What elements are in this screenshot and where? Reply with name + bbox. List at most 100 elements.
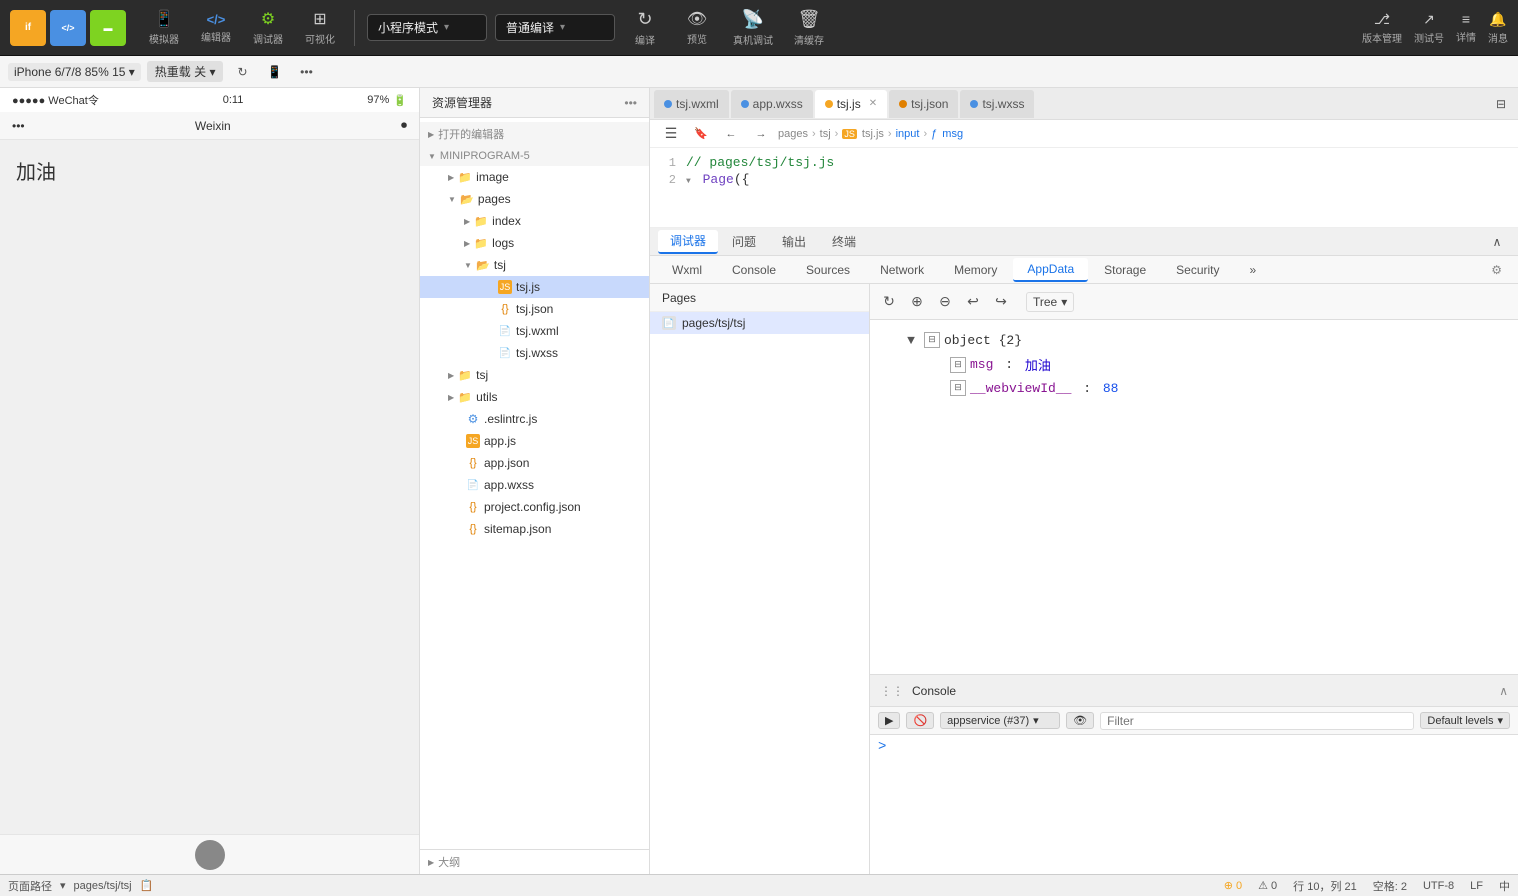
- compile-select[interactable]: 普通编译 ▾: [495, 14, 615, 41]
- file-item-eslint[interactable]: ⚙ .eslintrc.js: [420, 408, 649, 430]
- more-phone-button[interactable]: •••: [293, 59, 319, 85]
- hotreload-btn[interactable]: 热重载 关 ▾: [147, 61, 224, 82]
- file-item-tsj-json[interactable]: {} tsj.json: [420, 298, 649, 320]
- file-item-tsj2-folder[interactable]: ▶ 📁 tsj: [420, 364, 649, 386]
- file-item-index[interactable]: ▶ 📁 index: [420, 210, 649, 232]
- appservice-select[interactable]: appservice (#37) ▾: [940, 712, 1060, 729]
- tree-msg-icon[interactable]: ⊟: [950, 357, 966, 373]
- debug-tab-issues[interactable]: 问题: [720, 230, 768, 254]
- refresh-phone-button[interactable]: ↻: [229, 59, 255, 85]
- tab-app-wxss[interactable]: app.wxss: [731, 90, 813, 118]
- tree-select-wrap[interactable]: Tree ▾: [1026, 292, 1074, 312]
- simulator-button[interactable]: 📱 模拟器: [142, 5, 186, 50]
- status-copy-icon[interactable]: 📋: [140, 879, 154, 892]
- devtools-settings-btn[interactable]: ⚙: [1483, 263, 1510, 277]
- devtools-tab-memory[interactable]: Memory: [940, 258, 1011, 282]
- tab-wxss2[interactable]: tsj.wxss: [960, 90, 1034, 118]
- devtools-tab-security[interactable]: Security: [1162, 258, 1233, 282]
- split-editor-button[interactable]: ⊟: [1488, 91, 1514, 117]
- testno-button[interactable]: ↗ 测试号: [1414, 11, 1444, 45]
- devtools-tab-wxml[interactable]: Wxml: [658, 258, 716, 282]
- file-item-tsj-js[interactable]: JS tsj.js: [420, 276, 649, 298]
- weixin-title: Weixin: [195, 119, 231, 133]
- home-button[interactable]: [195, 840, 225, 870]
- nav-back-icon[interactable]: ←: [718, 121, 744, 147]
- preview-button[interactable]: 👁 预览: [675, 5, 719, 50]
- collapse-all-button[interactable]: ⊖: [934, 291, 956, 313]
- file-item-sitemap-json[interactable]: {} sitemap.json: [420, 518, 649, 540]
- file-item-pages[interactable]: ▼ 📂 pages: [420, 188, 649, 210]
- file-item-tsj-wxss[interactable]: 📄 tsj.wxss: [420, 342, 649, 364]
- phone-content: 加油: [0, 140, 419, 834]
- expand-all-button[interactable]: ⊕: [906, 291, 928, 313]
- page-row-tsj[interactable]: 📄 pages/tsj/tsj: [650, 312, 869, 334]
- tree-root-icon[interactable]: ⊟: [924, 332, 940, 348]
- eye-console-button[interactable]: 👁: [1066, 712, 1094, 729]
- tree-label[interactable]: Tree ▾: [1026, 292, 1074, 312]
- devtools-tab-appdata[interactable]: AppData: [1013, 258, 1088, 282]
- tab-wxml[interactable]: tsj.wxml: [654, 90, 729, 118]
- devtools-tab-storage[interactable]: Storage: [1090, 258, 1160, 282]
- file-item-app-js[interactable]: JS app.js: [420, 430, 649, 452]
- open-editors-section[interactable]: ▶ 打开的编辑器: [420, 122, 649, 146]
- hamburger-icon[interactable]: ☰: [658, 121, 684, 147]
- bookmark-icon[interactable]: 🔖: [688, 121, 714, 147]
- tab-json[interactable]: tsj.json: [889, 90, 958, 118]
- devtools-tab-network[interactable]: Network: [866, 258, 938, 282]
- compile-button[interactable]: ↻ 编译: [623, 5, 667, 51]
- tsj2-expand-arrow: ▶: [448, 371, 454, 380]
- refresh-appdata-button[interactable]: ↻: [878, 291, 900, 313]
- console-body: >: [870, 735, 1518, 874]
- collapse-debugger-button[interactable]: ∧: [1484, 229, 1510, 255]
- phone-battery-text: 97%: [367, 94, 389, 106]
- nav-forward-icon[interactable]: →: [748, 121, 774, 147]
- console-title: Console: [912, 684, 956, 698]
- editor-tabs: tsj.wxml app.wxss tsj.js ✕ tsj.json tsj.…: [650, 88, 1518, 120]
- file-item-tsj-wxml[interactable]: 📄 tsj.wxml: [420, 320, 649, 342]
- tree-root-expand[interactable]: ▼: [902, 331, 920, 349]
- debug-tab-debugger[interactable]: 调试器: [658, 230, 718, 254]
- device-frame-button[interactable]: 📱: [261, 59, 287, 85]
- notifications-button[interactable]: 🔔 消息: [1488, 11, 1508, 45]
- undo-appdata-button[interactable]: ↩: [962, 291, 984, 313]
- device-info[interactable]: iPhone 6/7/8 85% 15 ▾: [8, 63, 141, 81]
- console-filter-input[interactable]: [1100, 712, 1414, 730]
- devtools-tab-console[interactable]: Console: [718, 258, 790, 282]
- tree-webviewid-icon[interactable]: ⊟: [950, 380, 966, 396]
- editor-button[interactable]: </> 编辑器: [194, 8, 238, 48]
- version-button[interactable]: ⎇ 版本管理: [1362, 11, 1402, 45]
- breadcrumb-input[interactable]: input: [896, 128, 920, 140]
- play-console-button[interactable]: ▶: [878, 712, 900, 729]
- mode-select[interactable]: 小程序模式 ▾: [367, 14, 487, 41]
- editor-label: 编辑器: [201, 29, 231, 44]
- file-item-tsj-folder[interactable]: ▼ 📂 tsj: [420, 254, 649, 276]
- js-tab-close[interactable]: ✕: [869, 98, 877, 109]
- breadcrumb-msg[interactable]: ƒ msg: [931, 128, 963, 140]
- miniprogram-section[interactable]: ▼ MINIPROGRAM-5: [420, 146, 649, 166]
- debugger-button[interactable]: ⚙ 调试器: [246, 5, 290, 50]
- devtools-tab-more[interactable]: »: [1236, 258, 1271, 282]
- debug-tab-output[interactable]: 输出: [770, 230, 818, 254]
- file-item-project-json[interactable]: {} project.config.json: [420, 496, 649, 518]
- file-panel-more-icon[interactable]: •••: [624, 96, 637, 110]
- code-editor[interactable]: 1 // pages/tsj/tsj.js 2 ▼ Page({: [650, 148, 1518, 228]
- file-panel-footer[interactable]: ▶ 大纲: [420, 849, 649, 874]
- details-button[interactable]: ≡ 详情: [1456, 11, 1476, 44]
- file-item-app-wxss[interactable]: 📄 app.wxss: [420, 474, 649, 496]
- visual-button[interactable]: ⊞ 可视化: [298, 5, 342, 50]
- pages-folder-icon: 📂: [460, 192, 474, 206]
- file-item-app-json[interactable]: {} app.json: [420, 452, 649, 474]
- console-level-select[interactable]: Default levels ▾: [1420, 712, 1510, 729]
- clearcache-button[interactable]: 🗑 清缓存: [787, 5, 831, 51]
- debug-tab-terminal[interactable]: 终端: [820, 230, 868, 254]
- file-item-image[interactable]: ▶ 📁 image: [420, 166, 649, 188]
- realdevice-button[interactable]: 📡 真机调试: [727, 5, 779, 51]
- redo-appdata-button[interactable]: ↪: [990, 291, 1012, 313]
- block-console-button[interactable]: 🚫: [906, 712, 934, 729]
- editor-debug-container: tsj.wxml app.wxss tsj.js ✕ tsj.json tsj.…: [650, 88, 1518, 874]
- file-item-logs[interactable]: ▶ 📁 logs: [420, 232, 649, 254]
- devtools-tab-sources[interactable]: Sources: [792, 258, 864, 282]
- tab-js[interactable]: tsj.js ✕: [815, 90, 887, 118]
- file-item-utils[interactable]: ▶ 📁 utils: [420, 386, 649, 408]
- expand-console-icon[interactable]: ∧: [1499, 684, 1508, 698]
